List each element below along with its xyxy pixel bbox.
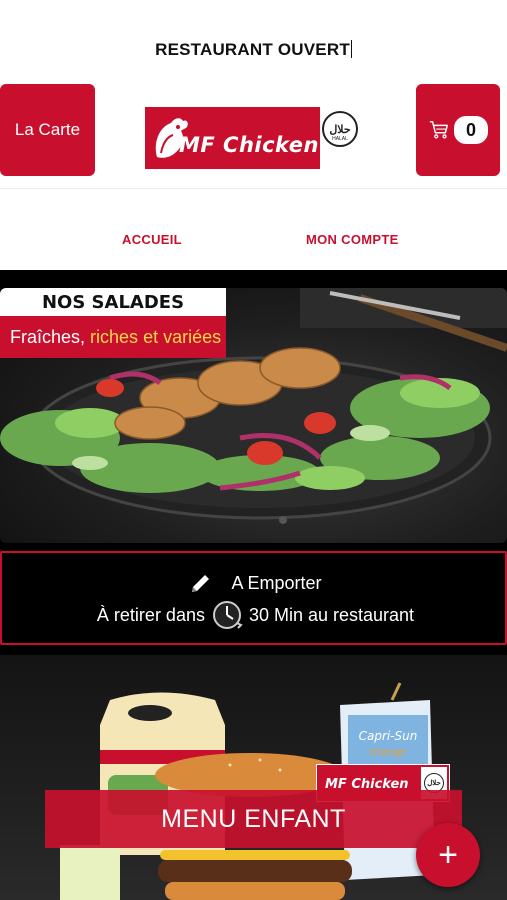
banner-title: NOS SALADES [0, 288, 226, 316]
halal-badge: حلال HALAL [322, 111, 358, 147]
pencil-icon[interactable] [189, 571, 213, 595]
text-caret [350, 40, 352, 58]
banner-subtitle-white: Fraîches, [10, 326, 86, 347]
order-mode-label: A Emporter [231, 572, 322, 593]
la-carte-label: La Carte [14, 120, 81, 139]
brand-name: MF Chicken [179, 133, 319, 157]
plus-icon: + [438, 835, 458, 874]
banner-subtitle: Fraîches, riches et variées [0, 316, 226, 358]
drink-brand-text: Capri-Sun [359, 729, 418, 743]
salads-banner[interactable]: NOS SALADES Fraîches, riches et variées [0, 288, 507, 543]
app-screen: RESTAURANT OUVERT La Carte MF Chicken حل… [0, 0, 507, 900]
nav-accueil[interactable]: ACCUEIL [122, 232, 182, 247]
cart-button[interactable]: 0 [416, 84, 500, 176]
add-fab-button[interactable]: + [416, 823, 480, 887]
pickup-time: 30 Min au restaurant [248, 604, 415, 625]
brand-logo[interactable]: MF Chicken [145, 107, 320, 169]
halal-arabic: حلال [329, 123, 351, 136]
pickup-time-row: À retirer dans 30 Min au restaurant [2, 599, 507, 631]
nav-mon-compte[interactable]: MON COMPTE [306, 232, 399, 247]
order-mode-panel[interactable]: A Emporter À retirer dans 30 Min au rest… [0, 551, 507, 645]
pickup-prefix: À retirer dans [96, 604, 205, 625]
order-mode-row: A Emporter [2, 571, 507, 595]
restaurant-status-text: RESTAURANT OUVERT [155, 40, 350, 59]
header-divider [0, 188, 507, 189]
restaurant-status: RESTAURANT OUVERT [0, 40, 507, 60]
menu-enfant-label[interactable]: MENU ENFANT [45, 790, 462, 848]
la-carte-button[interactable]: La Carte [0, 84, 95, 176]
banner-subtitle-yellow: riches et variées [90, 326, 222, 347]
svg-text:Orange: Orange [370, 747, 407, 758]
clock-icon [212, 601, 243, 629]
cart-count-badge: 0 [454, 116, 488, 144]
cart-icon [429, 121, 448, 139]
halal-small-text: HALAL [332, 136, 348, 142]
